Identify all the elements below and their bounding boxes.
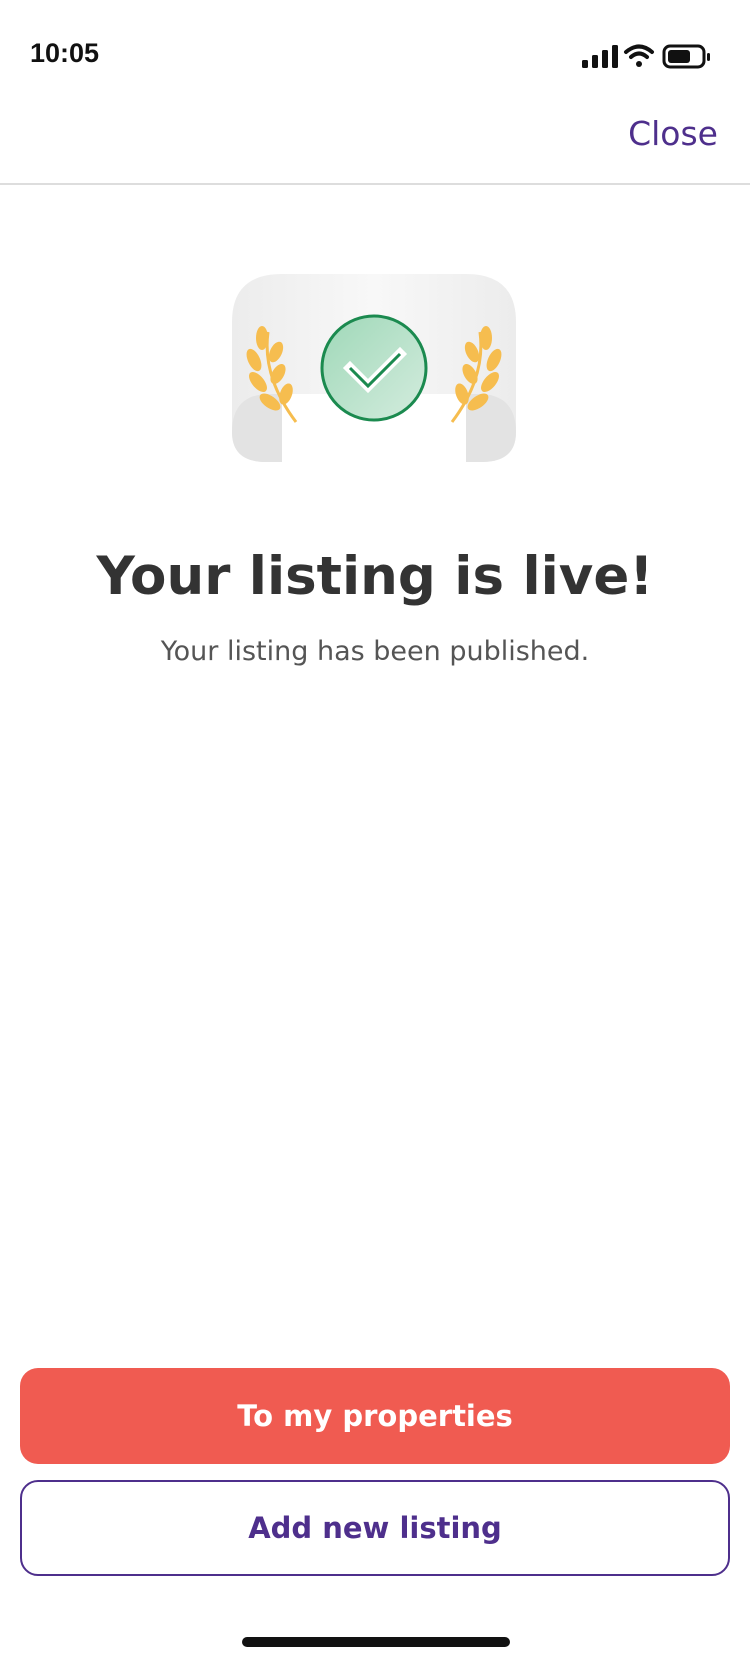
header: Close: [0, 100, 750, 185]
to-my-properties-button[interactable]: To my properties: [20, 1368, 730, 1464]
success-illustration: [232, 274, 516, 462]
add-new-listing-button[interactable]: Add new listing: [20, 1480, 730, 1576]
status-time: 10:05: [30, 38, 100, 68]
cellular-signal-icon: [582, 45, 618, 68]
page-subtitle: Your listing has been published.: [160, 636, 590, 667]
home-indicator[interactable]: [242, 1637, 510, 1647]
checkmark-icon: [320, 314, 428, 422]
status-icons: [582, 44, 710, 69]
page-title: Your listing is live!: [96, 546, 654, 607]
status-bar: 10:05: [0, 0, 750, 100]
battery-icon: [662, 44, 710, 69]
wifi-icon: [624, 44, 654, 67]
close-button[interactable]: Close: [628, 114, 718, 153]
